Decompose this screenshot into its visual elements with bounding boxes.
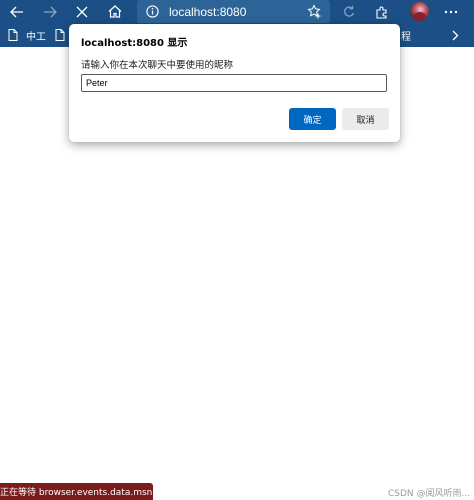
forward-icon — [44, 6, 57, 17]
refresh-icon — [344, 5, 355, 17]
document-icon — [55, 29, 65, 41]
bookmarks-overflow-button[interactable] — [440, 23, 470, 47]
bookmark-item[interactable]: 中工 — [8, 23, 46, 47]
close-icon — [76, 6, 88, 17]
address-bar[interactable]: localhost:8080 — [137, 0, 330, 23]
back-button[interactable] — [2, 0, 32, 23]
ok-button[interactable]: 确定 — [289, 108, 336, 130]
dialog-title: localhost:8080 显示 — [81, 38, 188, 49]
status-text: 正在等待 browser.events.data.msn.c... — [0, 488, 153, 498]
home-button[interactable] — [100, 0, 130, 23]
refresh-button[interactable] — [334, 0, 364, 23]
chevron-right-icon — [452, 30, 458, 40]
home-icon — [108, 5, 122, 18]
browser-toolbar: localhost:8080 — [0, 0, 474, 23]
menu-button[interactable] — [436, 0, 466, 23]
dialog-message: 请输入你在本次聊天中要使用的昵称 — [81, 60, 234, 71]
bookmark-label: 中工 — [26, 31, 46, 43]
menu-icon — [444, 10, 458, 13]
extensions-icon — [376, 6, 387, 19]
favorite-icon[interactable] — [307, 4, 322, 19]
document-icon — [8, 29, 18, 41]
stop-button[interactable] — [67, 0, 97, 23]
status-bar: 正在等待 browser.events.data.msn.c... — [0, 483, 153, 500]
extensions-button[interactable] — [367, 0, 397, 23]
bookmark-item[interactable]: 程 — [401, 23, 411, 47]
avatar[interactable] — [410, 2, 429, 21]
cancel-button[interactable]: 取消 — [342, 108, 389, 130]
info-icon[interactable] — [145, 5, 159, 19]
watermark: CSDN @阅风听雨... — [388, 489, 471, 499]
bookmark-label: 程 — [401, 31, 411, 43]
forward-button[interactable] — [35, 0, 65, 23]
address-url[interactable]: localhost:8080 — [169, 5, 246, 19]
back-icon — [10, 6, 23, 17]
nickname-input[interactable] — [81, 74, 387, 92]
prompt-dialog: localhost:8080 显示 请输入你在本次聊天中要使用的昵称 确定 取消 — [69, 24, 400, 142]
